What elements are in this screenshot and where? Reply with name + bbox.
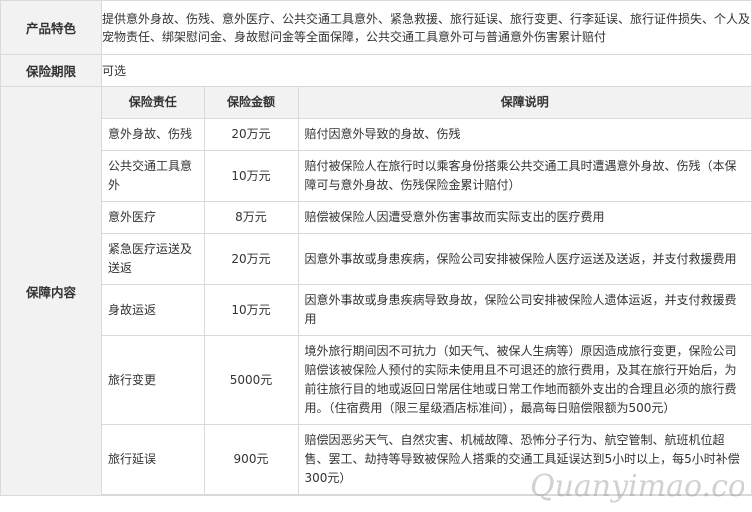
features-label: 产品特色	[0, 0, 102, 55]
header-item: 保险责任	[102, 87, 205, 119]
row-item: 公共交通工具意外	[102, 150, 205, 202]
coverage-row: 保障内容 保险责任 保险金额 保障说明 意外身故、伤残 20万元 赔付因意外导致…	[0, 86, 752, 496]
table-row: 紧急医疗运送及送返 20万元 因意外事故或身患疾病，保险公司安排被保险人医疗运送…	[102, 233, 751, 285]
row-desc: 因意外事故或身患疾病，保险公司安排被保险人医疗运送及送返，并支付救援费用	[297, 233, 751, 285]
table-row: 旅行变更 5000元 境外旅行期间因不可抗力（如天气、被保人生病等）原因造成旅行…	[102, 335, 751, 425]
row-amount: 5000元	[203, 335, 299, 425]
header-desc: 保障说明	[297, 87, 751, 119]
table-row: 旅行延误 900元 赔偿因恶劣天气、自然灾害、机械故障、恐怖分子行为、航空管制、…	[102, 424, 751, 495]
coverage-cell: 保险责任 保险金额 保障说明 意外身故、伤残 20万元 赔付因意外导致的身故、伤…	[101, 86, 752, 496]
row-desc: 赔偿被保险人因遭受意外伤害事故而实际支出的医疗费用	[297, 201, 751, 234]
features-text: 提供意外身故、伤残、意外医疗、公共交通工具意外、紧急救援、旅行延误、旅行变更、行…	[101, 0, 752, 55]
period-label: 保险期限	[0, 54, 102, 87]
row-amount: 8万元	[203, 201, 299, 234]
row-desc: 赔付被保险人在旅行时以乘客身份搭乘公共交通工具时遭遇意外身故、伤残（本保障可与意…	[297, 150, 751, 202]
row-item: 旅行延误	[102, 424, 205, 495]
row-amount: 10万元	[203, 150, 299, 202]
row-amount: 900元	[203, 424, 299, 495]
period-value: 可选	[101, 54, 752, 87]
row-desc: 赔付因意外导致的身故、伤残	[297, 118, 751, 151]
row-item: 意外身故、伤残	[102, 118, 205, 151]
features-row: 产品特色 提供意外身故、伤残、意外医疗、公共交通工具意外、紧急救援、旅行延误、旅…	[0, 0, 752, 55]
table-row: 公共交通工具意外 10万元 赔付被保险人在旅行时以乘客身份搭乘公共交通工具时遭遇…	[102, 150, 751, 202]
coverage-table: 保险责任 保险金额 保障说明 意外身故、伤残 20万元 赔付因意外导致的身故、伤…	[102, 87, 751, 495]
page: 产品特色 提供意外身故、伤残、意外医疗、公共交通工具意外、紧急救援、旅行延误、旅…	[0, 0, 752, 512]
header-amount: 保险金额	[203, 87, 299, 119]
row-desc: 赔偿因恶劣天气、自然灾害、机械故障、恐怖分子行为、航空管制、航班机位超售、罢工、…	[297, 424, 751, 495]
product-info-table: 产品特色 提供意外身故、伤残、意外医疗、公共交通工具意外、紧急救援、旅行延误、旅…	[0, 0, 752, 496]
row-item: 旅行变更	[102, 335, 205, 425]
table-row: 意外医疗 8万元 赔偿被保险人因遭受意外伤害事故而实际支出的医疗费用	[102, 201, 751, 234]
table-row: 意外身故、伤残 20万元 赔付因意外导致的身故、伤残	[102, 118, 751, 151]
coverage-label: 保障内容	[0, 86, 102, 496]
row-desc: 因意外事故或身患疾病导致身故，保险公司安排被保险人遗体运返，并支付救援费用	[297, 284, 751, 336]
coverage-header-row: 保险责任 保险金额 保障说明	[102, 87, 751, 119]
row-item: 身故运返	[102, 284, 205, 336]
row-item: 紧急医疗运送及送返	[102, 233, 205, 285]
row-amount: 10万元	[203, 284, 299, 336]
table-row: 身故运返 10万元 因意外事故或身患疾病导致身故，保险公司安排被保险人遗体运返，…	[102, 284, 751, 336]
row-amount: 20万元	[203, 118, 299, 151]
row-amount: 20万元	[203, 233, 299, 285]
period-row: 保险期限 可选	[0, 54, 752, 87]
row-desc: 境外旅行期间因不可抗力（如天气、被保人生病等）原因造成旅行变更，保险公司赔偿该被…	[297, 335, 751, 425]
row-item: 意外医疗	[102, 201, 205, 234]
